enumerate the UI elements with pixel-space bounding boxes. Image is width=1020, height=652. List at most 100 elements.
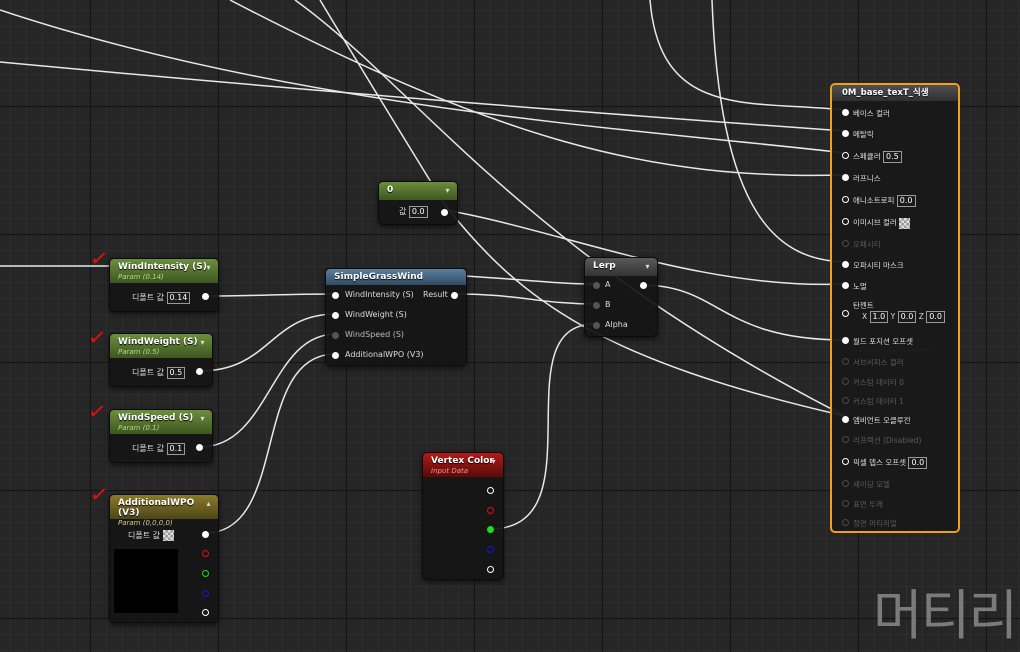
constant-output-pin[interactable] [441,209,448,216]
sgw-input-label: WindWeight (S) [345,310,407,319]
material-row-label: 스페큘러 0.5 [853,151,902,163]
vertex-color-b-pin[interactable] [487,546,494,553]
specular-pin[interactable] [842,152,849,159]
vertex-color-node[interactable]: Vertex Color Input Data ▾ [422,452,504,580]
material-row-label: 러프니스 [853,174,881,183]
lerp-a-pin[interactable] [593,282,600,289]
wind-speed-node[interactable]: WindSpeed (S) Param (0.1) ▾ 디폴트 값 0.1 [109,409,213,463]
pixel-depth-value-field[interactable]: 0.0 [908,457,928,469]
chevron-down-icon[interactable]: ▾ [198,414,207,423]
wind-weight-value-field[interactable]: 0.5 [166,367,186,379]
chevron-up-icon[interactable]: ▴ [204,499,213,508]
tangent-y-label: Y [890,312,896,321]
vertex-color-g-pin[interactable] [487,526,494,533]
additional-wpo-r-pin[interactable] [202,550,209,557]
sgw-output-label: Result [423,290,448,299]
sgw-wind-weight-pin[interactable] [332,312,339,319]
sgw-wind-speed-pin[interactable] [332,332,339,339]
wind-speed-title: WindSpeed (S) [118,413,194,423]
additional-wpo-node[interactable]: AdditionalWPO (V3) Param (0,0,0,0) ▴ 디폴트… [109,494,219,623]
vertex-color-rgb-pin[interactable] [487,487,494,494]
constant-header[interactable]: 0 ▾ [379,182,457,200]
roughness-pin[interactable] [842,174,849,181]
chevron-down-icon[interactable]: ▾ [489,457,498,466]
metallic-pin[interactable] [842,130,849,137]
vertex-color-a-pin[interactable] [487,566,494,573]
wire-top-1 [229,0,846,177]
material-row-label: 픽셀 뎁스 오프셋 0.0 [853,457,928,469]
chevron-down-icon[interactable]: ▾ [198,338,207,347]
surface-thickness-pin[interactable] [842,500,849,507]
wind-weight-node[interactable]: WindWeight (S) Param (0.5) ▾ 디폴트 값 0.5 [109,333,213,387]
custom-data-1-pin[interactable] [842,397,849,404]
anisotropy-value-field[interactable]: 0.0 [896,195,916,207]
wind-weight-header[interactable]: WindWeight (S) Param (0.5) ▾ [110,334,212,358]
wind-intensity-output-pin[interactable] [202,293,209,300]
base-color-pin[interactable] [842,109,849,116]
vertex-color-title: Vertex Color [431,456,494,466]
sgw-wind-intensity-pin[interactable] [332,292,339,299]
sgw-input-label: WindSpeed (S) [345,330,405,339]
subsurface-pin[interactable] [842,358,849,365]
additional-wpo-output-pin[interactable] [202,531,209,538]
material-row-label: 셰이딩 모델 [853,480,890,489]
wind-intensity-header[interactable]: WindIntensity (S) Param (0.14) ▾ [110,259,218,283]
custom-data-0-pin[interactable] [842,378,849,385]
tangent-x-field[interactable]: 1.0 [869,311,889,323]
material-result-node[interactable]: 0M_base_texT_식생 베이스 컬러 메탈릭 스페큘러 0.5 러프니스… [830,83,960,533]
additional-wpo-a-pin[interactable] [202,609,209,616]
ambient-occlusion-pin[interactable] [842,416,849,423]
front-material-pin[interactable] [842,519,849,526]
normal-pin[interactable] [842,282,849,289]
wire-result-a [454,293,596,305]
opacity-mask-pin[interactable] [842,261,849,268]
shading-model-pin[interactable] [842,480,849,487]
vertex-color-header[interactable]: Vertex Color Input Data ▾ [423,453,503,477]
lerp-node[interactable]: Lerp ▾ A B Alpha [584,257,658,337]
checker-swatch-icon[interactable] [162,530,174,541]
constant-node[interactable]: 0 ▾ 값 0.0 [378,181,458,225]
chevron-down-icon[interactable]: ▾ [443,186,452,195]
wind-weight-output-pin[interactable] [196,368,203,375]
wind-speed-value-field[interactable]: 0.1 [166,443,186,455]
material-header[interactable]: 0M_base_texT_식생 [832,85,958,101]
tangent-z-field[interactable]: 0.0 [926,311,946,323]
world-position-offset-pin[interactable] [842,337,849,344]
opacity-pin[interactable] [842,240,849,247]
wire-top-6 [711,0,846,263]
lerp-input-label: B [605,300,611,309]
material-row-label: 앰비언트 오클루전 [853,416,911,425]
material-row-label: 리프랙션 (Disabled) [853,436,922,445]
additional-wpo-header[interactable]: AdditionalWPO (V3) Param (0,0,0,0) ▴ [110,495,218,527]
checker-swatch-icon[interactable] [899,217,911,229]
sgw-result-pin[interactable] [451,292,458,299]
lerp-header[interactable]: Lerp ▾ [585,258,657,276]
vertex-color-r-pin[interactable] [487,507,494,514]
anisotropy-pin[interactable] [842,196,849,203]
wind-speed-output-pin[interactable] [196,444,203,451]
tangent-y-field[interactable]: 0.0 [897,311,917,323]
wind-intensity-value-field[interactable]: 0.14 [166,292,191,304]
lerp-b-pin[interactable] [593,302,600,309]
tangent-x-label: X [862,312,868,321]
tangent-pin[interactable] [842,310,849,317]
emissive-pin[interactable] [842,218,849,225]
chevron-down-icon[interactable]: ▾ [204,263,213,272]
wind-intensity-title: WindIntensity (S) [118,262,207,272]
specular-value-field[interactable]: 0.5 [883,151,902,163]
additional-wpo-b-pin[interactable] [202,590,209,597]
wind-intensity-node[interactable]: WindIntensity (S) Param (0.14) ▾ 디폴트 값 0… [109,258,219,312]
simple-grass-wind-header[interactable]: SimpleGrassWind [326,269,466,285]
material-row-label: 메탈릭 [853,130,874,139]
additional-wpo-g-pin[interactable] [202,570,209,577]
lerp-alpha-pin[interactable] [593,322,600,329]
sgw-additional-wpo-pin[interactable] [332,352,339,359]
material-row-label: 표면 두께 [853,500,883,509]
pixel-depth-offset-pin[interactable] [842,458,849,465]
chevron-down-icon[interactable]: ▾ [643,262,652,271]
lerp-output-pin[interactable] [640,282,647,289]
constant-value-field[interactable]: 0.0 [408,206,428,218]
wind-speed-header[interactable]: WindSpeed (S) Param (0.1) ▾ [110,410,212,434]
refraction-pin[interactable] [842,436,849,443]
simple-grass-wind-node[interactable]: SimpleGrassWind WindIntensity (S) WindWe… [325,268,467,366]
